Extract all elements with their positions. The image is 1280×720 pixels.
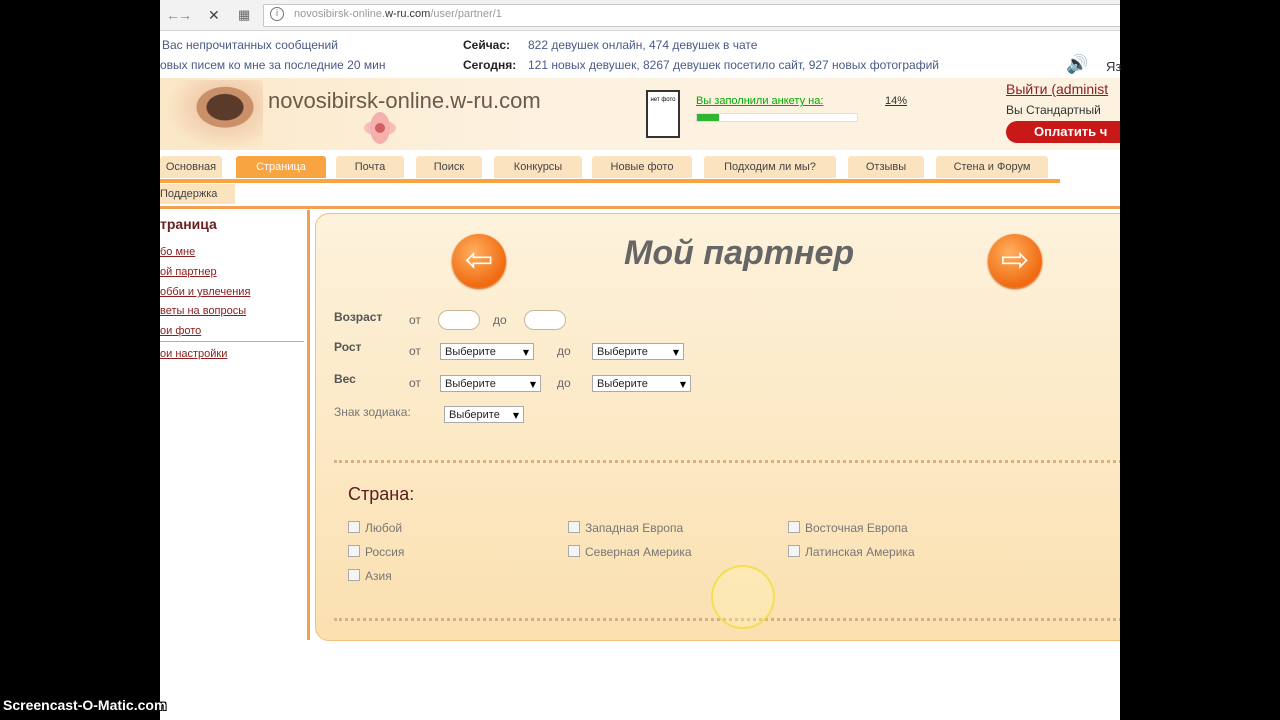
browser-toolbar: ← → ✕ ▦ i novosibirsk-online.w-ru.com/us… xyxy=(160,0,1120,31)
weight-from-select[interactable]: Выберите ▼ xyxy=(440,375,541,392)
new-letters-link[interactable]: овых писем ко мне за последние 20 мин xyxy=(160,58,385,72)
height-from-select[interactable]: Выберите ▼ xyxy=(440,343,534,360)
stop-icon[interactable]: ✕ xyxy=(208,6,220,24)
sidebar-title: траница xyxy=(160,216,217,232)
country-title: Страна: xyxy=(348,484,415,504)
dotted-divider xyxy=(334,460,1120,463)
logout-link[interactable]: Выйти (administ xyxy=(1006,81,1108,97)
address-bar[interactable]: i novosibirsk-online.w-ru.com/user/partn… xyxy=(263,4,1120,27)
weight-to-label: до xyxy=(557,376,571,390)
weight-to-select[interactable]: Выберите ▼ xyxy=(592,375,691,392)
country-western-europe-checkbox[interactable]: Западная Европа xyxy=(568,521,683,535)
height-to-select[interactable]: Выберите ▼ xyxy=(592,343,684,360)
browser-window: ← → ✕ ▦ i novosibirsk-online.w-ru.com/us… xyxy=(160,0,1120,720)
country-russia-checkbox[interactable]: Россия xyxy=(348,545,404,559)
sidebar-divider xyxy=(160,341,304,342)
prev-arrow-icon[interactable]: ⇦ xyxy=(452,234,506,288)
country-any-checkbox[interactable]: Любой xyxy=(348,521,402,535)
info-icon[interactable]: i xyxy=(270,7,284,21)
next-arrow-icon[interactable]: ⇨ xyxy=(988,234,1042,288)
age-label: Возраст xyxy=(334,310,383,324)
cursor-highlight-icon xyxy=(711,565,775,629)
no-photo-placeholder[interactable]: нет фото xyxy=(646,90,680,138)
profile-fill-progress xyxy=(696,113,858,122)
account-status: Вы Стандартный xyxy=(1006,103,1101,117)
page-title: Мой партнер xyxy=(624,234,855,272)
country-eastern-europe-checkbox[interactable]: Восточная Европа xyxy=(788,521,908,535)
sidebar: траница бо мне ой партнер обби и увлечен… xyxy=(160,210,310,640)
zodiac-label: Знак зодиака: xyxy=(334,405,411,419)
sidebar-item-my-partner[interactable]: ой партнер xyxy=(160,266,217,278)
divider xyxy=(160,206,1120,209)
tab-page[interactable]: Страница xyxy=(236,156,326,178)
pay-button[interactable]: Оплатить ч xyxy=(1006,121,1120,143)
today-stats[interactable]: 121 новых девушек, 8267 девушек посетило… xyxy=(528,58,939,72)
watermark: Screencast-O-Matic.com xyxy=(3,697,167,713)
site-name[interactable]: novosibirsk-online.w-ru.com xyxy=(268,88,541,114)
zodiac-select[interactable]: Выберите ▼ xyxy=(444,406,524,423)
tab-support[interactable]: Поддержка xyxy=(160,184,235,204)
country-asia-checkbox[interactable]: Азия xyxy=(348,569,392,583)
top-info-bar: Вас непрочитанных сообщений овых писем к… xyxy=(160,32,1120,78)
tab-search[interactable]: Поиск xyxy=(416,156,482,178)
sidebar-item-about-me[interactable]: бо мне xyxy=(160,246,195,258)
url-text: novosibirsk-online.w-ru.com/user/partner… xyxy=(294,8,502,20)
today-label: Сегодня: xyxy=(463,58,517,72)
speaker-icon[interactable]: 🔊 xyxy=(1066,54,1088,75)
sidebar-item-settings[interactable]: ои настройки xyxy=(160,348,227,360)
tab-compatibility[interactable]: Подходим ли мы? xyxy=(704,156,836,178)
age-to-label: до xyxy=(493,313,507,327)
tab-contests[interactable]: Конкурсы xyxy=(494,156,582,178)
chevron-down-icon: ▼ xyxy=(522,348,529,357)
tab-wall-forum[interactable]: Стена и Форум xyxy=(936,156,1048,178)
height-to-label: до xyxy=(557,344,571,358)
profile-fill-label[interactable]: Вы заполнили анкету на: xyxy=(696,95,823,107)
profile-fill-bar xyxy=(697,114,720,121)
age-from-input[interactable] xyxy=(438,310,480,330)
country-latin-america-checkbox[interactable]: Латинская Америка xyxy=(788,545,915,559)
chevron-down-icon: ▼ xyxy=(672,348,679,357)
tab-mail[interactable]: Почта xyxy=(336,156,404,178)
apps-icon[interactable]: ▦ xyxy=(238,6,250,24)
height-label: Рост xyxy=(334,340,362,354)
age-to-input[interactable] xyxy=(524,310,566,330)
sidebar-item-hobbies[interactable]: обби и увлечения xyxy=(160,286,250,298)
tab-main[interactable]: Основная xyxy=(160,156,222,178)
forward-arrow-icon[interactable]: → xyxy=(178,6,192,24)
tab-reviews[interactable]: Отзывы xyxy=(848,156,924,178)
now-label: Сейчас: xyxy=(463,38,511,52)
now-stats[interactable]: 822 девушек онлайн, 474 девушек в чате xyxy=(528,38,757,52)
height-from-label: от xyxy=(409,344,421,358)
main-menu: Основная Страница Почта Поиск Конкурсы Н… xyxy=(160,152,1120,212)
unread-messages-link[interactable]: Вас непрочитанных сообщений xyxy=(162,38,338,52)
menu-underline xyxy=(160,179,1060,183)
sidebar-item-answers[interactable]: веты на вопросы xyxy=(160,305,246,317)
tab-new-photos[interactable]: Новые фото xyxy=(592,156,692,178)
chevron-down-icon: ▼ xyxy=(529,380,536,389)
chevron-down-icon: ▼ xyxy=(679,380,686,389)
site-header: novosibirsk-online.w-ru.com нет фото Вы … xyxy=(160,78,1120,150)
sidebar-item-my-photos[interactable]: ои фото xyxy=(160,325,201,337)
chevron-down-icon: ▼ xyxy=(512,411,519,420)
age-from-label: от xyxy=(409,313,421,327)
weight-from-label: от xyxy=(409,376,421,390)
logo-photo xyxy=(168,80,263,148)
weight-label: Вес xyxy=(334,372,356,386)
country-north-america-checkbox[interactable]: Северная Америка xyxy=(568,545,692,559)
language-link[interactable]: Яз xyxy=(1106,59,1121,74)
profile-fill-percent[interactable]: 14% xyxy=(885,95,907,107)
